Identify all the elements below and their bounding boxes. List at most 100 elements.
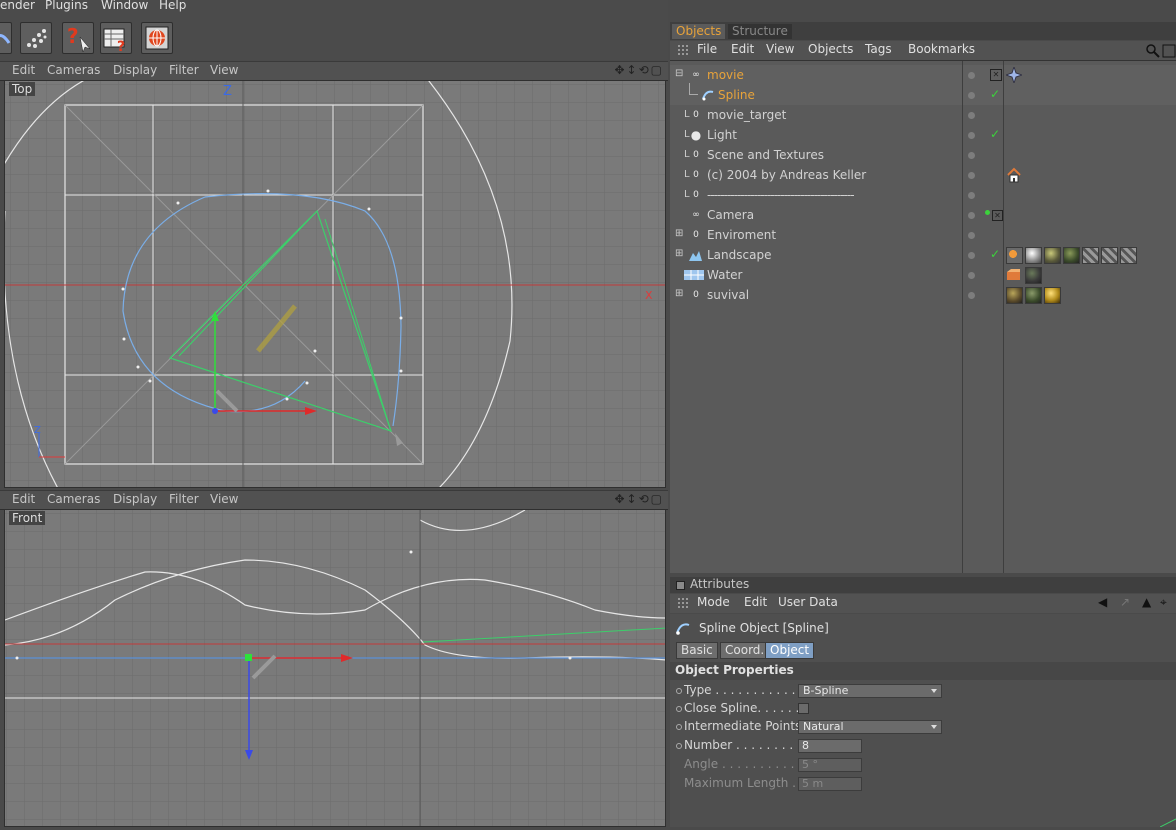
- texture-tag-icon[interactable]: [1082, 247, 1099, 264]
- viewport-nav-icons[interactable]: ✥↕⟲▢: [614, 63, 664, 77]
- vp-top-menu-edit[interactable]: Edit: [12, 63, 35, 77]
- visibility-dot[interactable]: [968, 132, 975, 139]
- texture-swatch-icon[interactable]: [1007, 269, 1021, 281]
- vp-top-menu-display[interactable]: Display: [113, 63, 157, 77]
- object-row-water[interactable]: Water: [670, 265, 1176, 285]
- visibility-dot[interactable]: [968, 212, 975, 219]
- panel-grip-icon[interactable]: [676, 581, 685, 590]
- vp-front-menu-cameras[interactable]: Cameras: [47, 492, 100, 506]
- object-row-suvival[interactable]: ⊞ 0 suvival: [670, 285, 1176, 305]
- object-row-camera[interactable]: ∞ Camera ✕: [670, 205, 1176, 225]
- attr-tab-coord[interactable]: Coord.: [720, 642, 770, 659]
- vp-front-menu-edit[interactable]: Edit: [12, 492, 35, 506]
- visibility-dot[interactable]: [968, 72, 975, 79]
- om-menu-edit[interactable]: Edit: [731, 42, 754, 56]
- animate-dot-icon[interactable]: [676, 688, 682, 694]
- vp-top-menu-view[interactable]: View: [210, 63, 238, 77]
- attr-tab-object[interactable]: Object: [765, 642, 815, 659]
- expand-icon[interactable]: ⊞: [675, 248, 683, 259]
- animate-dot-icon[interactable]: [676, 724, 682, 730]
- material-tag-icon[interactable]: [1063, 247, 1080, 264]
- layer-toggle-icon[interactable]: ✕: [990, 69, 1002, 81]
- column-divider[interactable]: [1003, 61, 1004, 573]
- expand-icon[interactable]: ⊞: [675, 288, 683, 299]
- material-tag-icon[interactable]: [1025, 247, 1042, 264]
- object-row-scene-and-textures[interactable]: L 0 Scene and Textures: [670, 145, 1176, 165]
- home-tag-icon[interactable]: [1007, 167, 1021, 183]
- menu-window[interactable]: Window: [101, 0, 148, 12]
- visibility-dot[interactable]: [968, 272, 975, 279]
- object-row-light[interactable]: L ● Light ✓: [670, 125, 1176, 145]
- max-length-field[interactable]: 5 m: [798, 777, 862, 791]
- column-divider[interactable]: [962, 61, 963, 573]
- material-tag-icon[interactable]: [1044, 247, 1061, 264]
- vp-top-menu-cameras[interactable]: Cameras: [47, 63, 100, 77]
- render-dot[interactable]: [985, 210, 990, 215]
- back-arrow-icon[interactable]: ◀: [1098, 595, 1107, 609]
- material-tag-icon[interactable]: [1025, 287, 1042, 304]
- object-row-spline[interactable]: Spline ✓: [670, 83, 1176, 105]
- visibility-dot[interactable]: [968, 232, 975, 239]
- type-dropdown[interactable]: B-Spline: [798, 684, 942, 698]
- resize-corner[interactable]: [1159, 814, 1176, 828]
- om-menu-file[interactable]: File: [697, 42, 717, 56]
- expand-icon[interactable]: ⊞: [675, 228, 683, 239]
- attr-menu-mode[interactable]: Mode: [697, 595, 730, 609]
- menu-plugins[interactable]: Plugins: [45, 0, 88, 12]
- visibility-dot[interactable]: [968, 152, 975, 159]
- lock-icon[interactable]: ⌖: [1160, 595, 1167, 610]
- particle-tool-button[interactable]: [20, 22, 52, 54]
- object-row-separator[interactable]: L 0 ------------------------------------…: [670, 185, 1176, 205]
- attr-tab-basic[interactable]: Basic: [676, 642, 718, 659]
- vp-front-menu-view[interactable]: View: [210, 492, 238, 506]
- search-icon[interactable]: [1146, 44, 1160, 58]
- intermediate-points-dropdown[interactable]: Natural: [798, 720, 942, 734]
- deformer-tool-button[interactable]: [0, 22, 12, 54]
- object-list[interactable]: ⊟ ∞ movie ✕ Spline ✓ L 0 movie_target L …: [670, 61, 1176, 573]
- help-table-button[interactable]: ?: [100, 22, 132, 55]
- visibility-dot[interactable]: [968, 92, 975, 99]
- vp-top-menu-filter[interactable]: Filter: [169, 63, 199, 77]
- animate-dot-icon[interactable]: [676, 743, 682, 749]
- object-row-enviroment[interactable]: ⊞ 0 Enviroment: [670, 225, 1176, 245]
- visibility-dot[interactable]: [968, 292, 975, 299]
- tab-objects[interactable]: Objects: [672, 24, 726, 39]
- material-tag-icon[interactable]: [1044, 287, 1061, 304]
- menu-help[interactable]: Help: [159, 0, 186, 12]
- om-menu-bookmarks[interactable]: Bookmarks: [908, 42, 975, 56]
- animate-dot-icon[interactable]: [676, 706, 682, 712]
- angle-field[interactable]: 5 °: [798, 758, 862, 772]
- object-row-movie[interactable]: ⊟ ∞ movie ✕: [670, 65, 1176, 85]
- top-viewport[interactable]: Z Top Z X: [4, 80, 666, 488]
- tab-structure[interactable]: Structure: [728, 24, 792, 39]
- visibility-dot[interactable]: [968, 112, 975, 119]
- vp-front-menu-display[interactable]: Display: [113, 492, 157, 506]
- visibility-dot[interactable]: [968, 192, 975, 199]
- object-row-landscape[interactable]: ⊞ Landscape ✓: [670, 245, 1176, 265]
- front-viewport[interactable]: Front: [4, 509, 666, 827]
- visibility-dot[interactable]: [968, 252, 975, 259]
- menu-render[interactable]: ender: [0, 0, 35, 12]
- number-field[interactable]: 8: [798, 739, 862, 753]
- enabled-check-icon[interactable]: ✓: [990, 127, 1000, 141]
- om-menu-objects[interactable]: Objects: [808, 42, 853, 56]
- visibility-dot[interactable]: [968, 172, 975, 179]
- object-row-copyright[interactable]: L 0 (c) 2004 by Andreas Keller: [670, 165, 1176, 185]
- attr-menu-user-data[interactable]: User Data: [778, 595, 838, 609]
- object-row-movie-target[interactable]: L 0 movie_target: [670, 105, 1176, 125]
- collapse-icon[interactable]: ⊟: [675, 68, 683, 79]
- close-spline-checkbox[interactable]: [798, 703, 809, 714]
- phong-tag-icon[interactable]: [1006, 247, 1023, 264]
- texture-tag-icon[interactable]: [1120, 247, 1137, 264]
- front-viewport-nav-icons[interactable]: ✥↕⟲▢: [614, 492, 664, 506]
- forward-arrow-icon[interactable]: ↗: [1120, 595, 1130, 609]
- material-tag-icon[interactable]: [1006, 287, 1023, 304]
- attr-menu-edit[interactable]: Edit: [744, 595, 767, 609]
- texture-tag-icon[interactable]: [1101, 247, 1118, 264]
- enabled-check-icon[interactable]: ✓: [990, 247, 1000, 261]
- help-pointer-button[interactable]: ?: [62, 22, 94, 54]
- material-tag-icon[interactable]: [1025, 267, 1042, 284]
- online-help-button[interactable]: [141, 22, 173, 54]
- enabled-check-icon[interactable]: ✓: [990, 87, 1000, 101]
- layer-toggle-icon[interactable]: ✕: [992, 210, 1003, 221]
